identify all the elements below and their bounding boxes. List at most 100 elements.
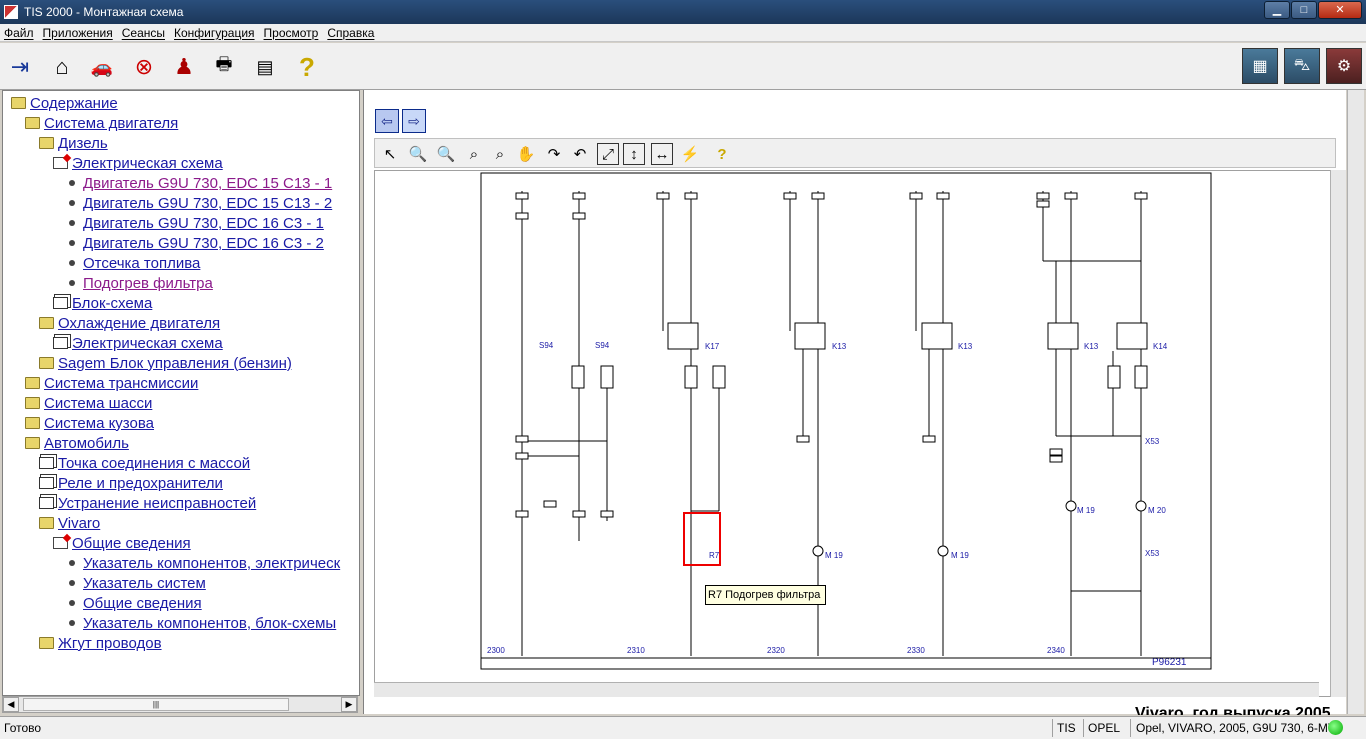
tree-node[interactable]: Электрическая схема [53,153,223,173]
tree-node[interactable]: Реле и предохранители [39,473,223,493]
pan-hand-icon[interactable]: ✋ [515,143,537,165]
stop-icon[interactable]: ⊗ [128,51,160,83]
notepad-icon[interactable]: ▤ [249,51,281,83]
canvas-horizontal-scrollbar[interactable] [374,682,1319,697]
tree-node[interactable]: Указатель компонентов, электрическ [65,553,340,573]
fit-all-icon[interactable]: ⤢ [597,143,619,165]
tree-node-label[interactable]: Жгут проводов [58,635,162,652]
tree-node-label[interactable]: Содержание [30,95,118,112]
tree-node-label[interactable]: Устранение неисправностей [58,495,256,512]
tree-node-label[interactable]: Двигатель G9U 730, EDC 15 C13 - 1 [83,175,332,192]
tree-node[interactable]: Двигатель G9U 730, EDC 16 C3 - 1 [65,213,324,233]
schematic-canvas[interactable]: S94 S94 K17 K13 K13 K13 K14 M 19 M 19 M … [374,170,1336,697]
vehicle-select-icon[interactable]: 🚗 [86,51,118,83]
tree-node-label[interactable]: Sagem Блок управления (бензин) [58,355,292,372]
help-icon[interactable]: ? [291,51,323,83]
tree-node[interactable]: Содержание [11,93,118,113]
menu-sessions[interactable]: Сеансы [122,26,165,40]
tree-node[interactable]: Точка соединения с массой [39,453,250,473]
menu-configuration[interactable]: Конфигурация [174,26,255,40]
tree-node[interactable]: Указатель компонентов, блок-схемы [65,613,336,633]
scroll-left-arrow[interactable]: ◀ [3,697,19,712]
tree-node-label[interactable]: Указатель компонентов, электрическ [83,555,340,572]
tree-node[interactable]: Указатель систем [65,573,206,593]
fit-height-icon[interactable]: ↕ [623,143,645,165]
tree-node-label[interactable]: Система двигателя [44,115,178,132]
tree-node[interactable]: Общие сведения [65,593,202,613]
tree-node-label[interactable]: Автомобиль [44,435,129,452]
maximize-button[interactable]: □ [1291,1,1317,19]
menu-help[interactable]: Справка [327,26,374,40]
tree-node-label[interactable]: Отсечка топлива [83,255,200,272]
component-tooltip: R7 Подогрев фильтра [705,585,826,605]
tree-node[interactable]: Двигатель G9U 730, EDC 15 C13 - 2 [65,193,332,213]
tree-node[interactable]: Система шасси [25,393,152,413]
tree-node[interactable]: Автомобиль [25,433,129,453]
tree-node[interactable]: Система трансмиссии [25,373,198,393]
tree-node[interactable]: Электрическая схема [53,333,223,353]
tree-node[interactable]: Устранение неисправностей [39,493,256,513]
tree-node-label[interactable]: Указатель систем [83,575,206,592]
menu-view[interactable]: Просмотр [264,26,319,40]
tree-node-label[interactable]: Система трансмиссии [44,375,198,392]
scroll-right-arrow[interactable]: ▶ [341,697,357,712]
tree-node-label[interactable]: Подогрев фильтра [83,275,213,292]
tree-node-label[interactable]: Общие сведения [72,535,191,552]
menu-file[interactable]: Файл [4,26,34,40]
tree-node[interactable]: Двигатель G9U 730, EDC 15 C13 - 1 [65,173,332,193]
back-button[interactable]: ⇦ [375,109,399,133]
tree-node-label[interactable]: Указатель компонентов, блок-схемы [83,615,336,632]
tree-horizontal-scrollbar[interactable]: ◀ ||| ▶ [2,696,358,713]
tree-node-label[interactable]: Двигатель G9U 730, EDC 15 C13 - 2 [83,195,332,212]
tree-node[interactable]: Система кузова [25,413,154,433]
forward-button[interactable]: ⇨ [402,109,426,133]
tree-node-label[interactable]: Точка соединения с массой [58,455,250,472]
zoom-in-icon[interactable]: 🔍 [407,143,429,165]
tree-node-label[interactable]: Реле и предохранители [58,475,223,492]
zoom-out-icon[interactable]: 🔍 [435,143,457,165]
zoom-icon[interactable]: ⌕ [463,143,485,165]
tree-node[interactable]: Общие сведения [53,533,191,553]
tree-node[interactable]: Дизель [39,133,108,153]
rotate-right-icon[interactable]: ↷ [543,143,565,165]
tree-node-label[interactable]: Система кузова [44,415,154,432]
canvas-vertical-scrollbar[interactable] [1330,170,1346,697]
tree-node[interactable]: Отсечка топлива [65,253,200,273]
tree-node[interactable]: Vivaro [39,513,100,533]
tree-node-label[interactable]: Электрическая схема [72,335,223,352]
print-icon[interactable]: 🖶 [208,51,240,83]
schematic-help-icon[interactable]: ? [711,143,733,165]
tree-node-label[interactable]: Vivaro [58,515,100,532]
minimize-button[interactable]: ▁ [1264,1,1290,19]
exit-icon[interactable]: ⇥ [4,51,36,83]
tree-node-label[interactable]: Двигатель G9U 730, EDC 16 C3 - 1 [83,215,324,232]
tree-node-label[interactable]: Дизель [58,135,108,152]
tree-node[interactable]: Двигатель G9U 730, EDC 16 C3 - 2 [65,233,324,253]
tree-node[interactable]: Система двигателя [25,113,178,133]
tree-node[interactable]: Блок-схема [53,293,152,313]
page-vertical-scrollbar[interactable] [1347,90,1364,714]
tree-node-label[interactable]: Двигатель G9U 730, EDC 16 C3 - 2 [83,235,324,252]
tree-node[interactable]: Охлаждение двигателя [39,313,220,333]
tree-node-label[interactable]: Блок-схема [72,295,152,312]
highlight-icon[interactable]: ⚡ [679,143,701,165]
menu-applications[interactable]: Приложения [43,26,113,40]
scroll-thumb[interactable]: ||| [23,698,289,711]
tree-node-label[interactable]: Система шасси [44,395,152,412]
fit-width-icon[interactable]: ↔ [651,143,673,165]
tree-node[interactable]: Sagem Блок управления (бензин) [39,353,292,373]
tree-node-label[interactable]: Общие сведения [83,595,202,612]
close-button[interactable]: ✕ [1318,1,1362,19]
user-icon[interactable]: ♟ [168,51,200,83]
tree-node[interactable]: Жгут проводов [39,633,162,653]
tree-node-label[interactable]: Электрическая схема [72,155,223,172]
tree-node-label[interactable]: Охлаждение двигателя [58,315,220,332]
pointer-icon[interactable]: ↖ [379,143,401,165]
vehicle-icon[interactable]: ⛍ [1284,48,1320,84]
service-icon[interactable]: ⚙ [1326,48,1362,84]
zoom-window-icon[interactable]: ⌕ [489,143,511,165]
home-icon[interactable]: ⌂ [46,51,78,83]
diagnostics-icon[interactable]: ▦ [1242,48,1278,84]
tree-node[interactable]: Подогрев фильтра [65,273,213,293]
rotate-left-icon[interactable]: ↶ [569,143,591,165]
